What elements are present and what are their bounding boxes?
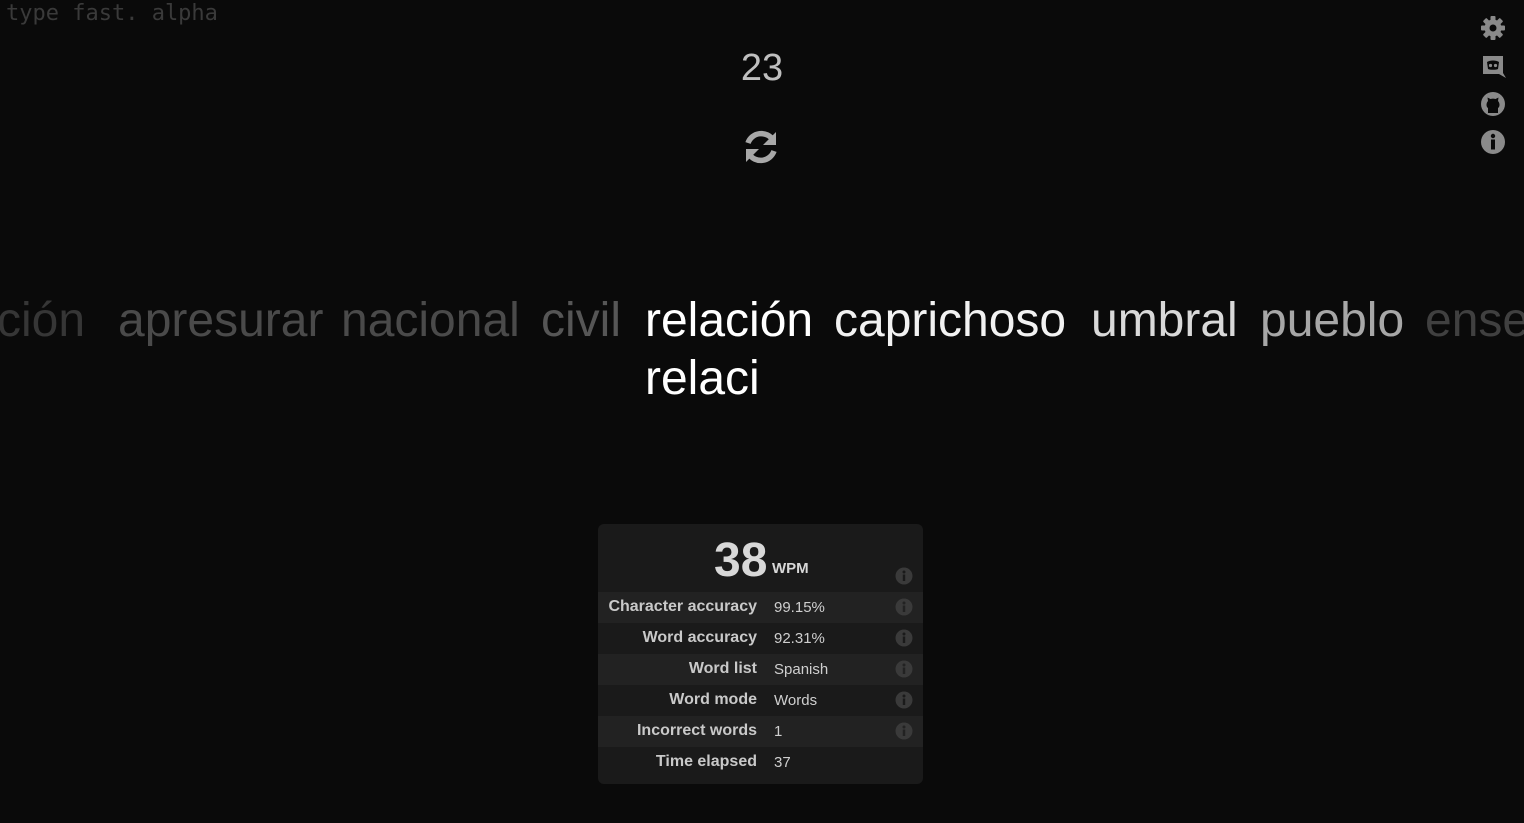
word-current: relación: [645, 294, 814, 347]
word-upcoming: caprichoso: [834, 294, 1067, 347]
word-upcoming: umbral: [1091, 294, 1238, 347]
discord-button[interactable]: [1479, 52, 1507, 80]
word-upcoming: ense: [1425, 294, 1524, 347]
app-logo[interactable]: type fast. alpha: [6, 0, 218, 28]
page: type fast. alpha 23 ción apresurar nacio…: [0, 0, 1524, 823]
info-icon[interactable]: [895, 567, 913, 585]
info-icon[interactable]: [895, 722, 913, 740]
stat-value: Words: [774, 692, 818, 709]
stat-value: 92.31%: [774, 630, 825, 647]
stat-label: Character accuracy: [608, 598, 757, 615]
gear-icon: [1481, 16, 1505, 40]
word-stream: ción apresurar nacional civil relación c…: [0, 292, 1524, 352]
stat-row-time-elapsed: Time elapsed 37: [598, 747, 923, 778]
stat-value: Spanish: [774, 661, 829, 678]
stat-row-word-mode: Word mode Words: [598, 685, 923, 716]
info-icon[interactable]: [895, 660, 913, 678]
stat-label: Word mode: [669, 691, 757, 708]
stat-label: Time elapsed: [655, 753, 757, 770]
typed-input[interactable]: relaci: [645, 350, 760, 408]
github-icon: [1481, 92, 1505, 116]
info-icon[interactable]: [895, 629, 913, 647]
discord-icon: [1483, 56, 1506, 78]
refresh-icon: [745, 130, 777, 164]
about-button[interactable]: [1479, 128, 1507, 156]
word-past: civil: [541, 294, 621, 347]
info-icon: [1481, 130, 1505, 154]
info-icon[interactable]: [895, 598, 913, 616]
wpm-unit: WPM: [772, 560, 809, 577]
github-button[interactable]: [1479, 90, 1507, 118]
side-toolbar: [1478, 14, 1508, 156]
word-past: nacional: [341, 294, 520, 347]
reset-button[interactable]: [738, 124, 784, 170]
word-past: ción: [0, 294, 86, 347]
word-counter: 23: [740, 47, 784, 89]
stat-row-character-accuracy: Character accuracy 99.15%: [598, 592, 923, 623]
stat-row-incorrect-words: Incorrect words 1: [598, 716, 923, 747]
word-past: apresurar: [118, 294, 324, 347]
stat-value: 1: [774, 723, 783, 740]
stat-value: 37: [774, 754, 791, 771]
stat-value: 99.15%: [774, 599, 825, 616]
stat-label: Word list: [688, 660, 757, 677]
wpm-value: 38: [714, 534, 768, 587]
stat-label: Word accuracy: [642, 629, 757, 646]
results-panel: 38 WPM Character accuracy 99.15% Word ac…: [598, 524, 923, 784]
stat-row-word-list: Word list Spanish: [598, 654, 923, 685]
stat-row-word-accuracy: Word accuracy 92.31%: [598, 623, 923, 654]
stat-label: Incorrect words: [636, 722, 757, 739]
word-upcoming: pueblo: [1260, 294, 1405, 347]
info-icon[interactable]: [895, 691, 913, 709]
wpm-row: 38 WPM: [598, 524, 923, 592]
settings-button[interactable]: [1479, 14, 1507, 42]
